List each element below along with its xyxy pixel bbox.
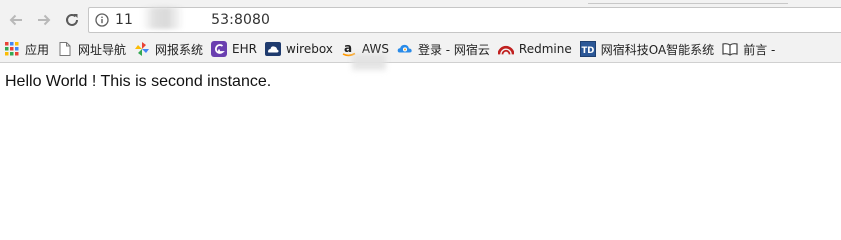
info-circle-icon[interactable] xyxy=(95,13,109,27)
bookmark-label: 前言 - xyxy=(743,42,776,57)
bookmark-wirebox[interactable]: wirebox xyxy=(261,38,337,60)
reload-icon xyxy=(66,13,78,26)
body-text: Hello World ! This is second instance. xyxy=(5,73,272,90)
bookmark-label: 网址导航 xyxy=(78,42,127,57)
cloud-icon xyxy=(265,41,281,57)
reload-button[interactable] xyxy=(60,8,84,32)
back-button[interactable] xyxy=(4,8,28,32)
svg-text:a: a xyxy=(344,41,352,55)
bookmark-apps[interactable]: 应用 xyxy=(0,38,53,60)
bookmark-wangsu-login[interactable]: 登录 - 网宿云 xyxy=(393,38,494,60)
url-text[interactable]: 11 53:8080 xyxy=(115,12,270,28)
bookmark-label: 网报系统 xyxy=(155,42,204,57)
bookmark-label: wirebox xyxy=(286,42,333,56)
bookmark-label: 应用 xyxy=(25,42,50,57)
bookmark-oa-system[interactable]: TD 网宿科技OA智能系统 xyxy=(576,38,718,60)
forward-button[interactable] xyxy=(32,8,56,32)
bookmark-report-system[interactable]: 网报系统 xyxy=(130,38,207,60)
svg-text:TD: TD xyxy=(581,46,594,56)
bookmark-nav-site[interactable]: 网址导航 xyxy=(53,38,130,60)
bookmark-label: 网宿科技OA智能系统 xyxy=(600,42,715,57)
ehr-logo-icon xyxy=(211,41,228,57)
arrow-left-icon xyxy=(9,14,22,25)
bookmark-preface[interactable]: 前言 - xyxy=(718,38,779,60)
pinwheel-icon xyxy=(134,41,150,57)
apps-grid-icon xyxy=(4,41,20,57)
book-icon xyxy=(722,41,738,57)
redacted-region xyxy=(142,7,184,29)
redacted-region xyxy=(352,54,386,70)
td-icon: TD xyxy=(579,41,596,57)
bookmarks-bar: 应用 网址导航 网报系统 EHR wirebox a AWS 登录 - 网宿云 … xyxy=(0,36,841,70)
address-bar[interactable]: 11 53:8080 xyxy=(88,7,841,33)
bookmark-label: 登录 - 网宿云 xyxy=(417,42,490,57)
browser-chrome: 11 53:8080 应用 网址导航 网报系统 EHR wirebox a AW… xyxy=(0,0,841,70)
bookmark-ehr[interactable]: EHR xyxy=(207,38,261,60)
arrow-right-icon xyxy=(38,14,51,25)
bookmark-redmine[interactable]: Redmine xyxy=(494,38,576,60)
page-icon xyxy=(57,41,73,57)
bookmark-label: Redmine xyxy=(518,42,572,56)
browser-toolbar: 11 53:8080 xyxy=(0,3,841,36)
wangsu-cloud-icon xyxy=(397,41,413,57)
page-content: Hello World ! This is second instance. xyxy=(0,63,841,91)
bookmark-label: EHR xyxy=(232,42,257,56)
redmine-icon xyxy=(497,41,514,57)
